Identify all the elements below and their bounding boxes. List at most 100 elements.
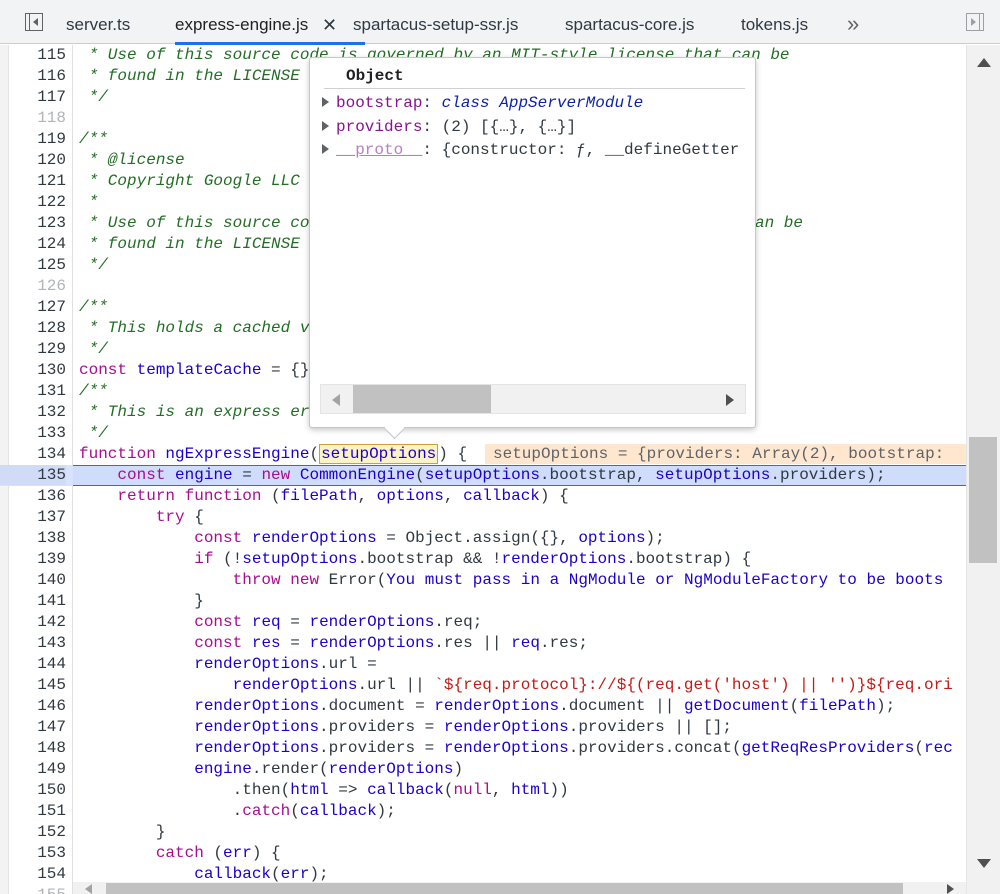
- hovered-identifier[interactable]: setupOptions: [319, 444, 439, 464]
- line-number[interactable]: 124: [0, 234, 66, 254]
- line-number[interactable]: 115: [0, 45, 66, 65]
- scroll-left-icon[interactable]: [332, 394, 340, 406]
- line-number[interactable]: 125: [0, 255, 66, 275]
- code-line[interactable]: 143 const res = renderOptions.res || req…: [0, 633, 966, 654]
- expand-triangle-icon[interactable]: [322, 121, 329, 131]
- line-number[interactable]: 141: [0, 591, 66, 611]
- property-proto[interactable]: __proto__: {constructor: ƒ, __defineGett…: [322, 139, 742, 161]
- code-line[interactable]: 151 .catch(callback);: [0, 801, 966, 822]
- line-number[interactable]: 144: [0, 654, 66, 674]
- code-text: engine.render(renderOptions): [194, 760, 464, 778]
- line-number[interactable]: 121: [0, 171, 66, 191]
- toggle-debugger-icon[interactable]: [966, 13, 984, 31]
- code-line[interactable]: 153 catch (err) {: [0, 843, 966, 864]
- line-number[interactable]: 117: [0, 87, 66, 107]
- code-line[interactable]: 146 renderOptions.document = renderOptio…: [0, 696, 966, 717]
- scrollbar-thumb[interactable]: [353, 385, 491, 413]
- line-number[interactable]: 153: [0, 843, 66, 863]
- code-line[interactable]: 152 }: [0, 822, 966, 843]
- property-bootstrap[interactable]: bootstrap: class AppServerModule: [322, 92, 643, 114]
- line-number[interactable]: 120: [0, 150, 66, 170]
- line-number[interactable]: 116: [0, 66, 66, 86]
- line-number[interactable]: 130: [0, 360, 66, 380]
- line-number[interactable]: 155: [0, 885, 66, 894]
- line-number[interactable]: 137: [0, 507, 66, 527]
- code-line[interactable]: 138 const renderOptions = Object.assign(…: [0, 528, 966, 549]
- scroll-down-icon[interactable]: [977, 859, 991, 868]
- code-line[interactable]: 149 engine.render(renderOptions): [0, 759, 966, 780]
- code-line[interactable]: 139 if (!setupOptions.bootstrap && !rend…: [0, 549, 966, 570]
- editor-horizontal-scrollbar[interactable]: [73, 882, 966, 894]
- scrollbar-thumb[interactable]: [969, 437, 997, 563]
- line-number[interactable]: 129: [0, 339, 66, 359]
- code-line[interactable]: 141 }: [0, 591, 966, 612]
- line-number[interactable]: 145: [0, 675, 66, 695]
- property-value: (2) [{…}, {…}]: [441, 118, 577, 136]
- object-preview-popover: Object bootstrap: class AppServerModule …: [309, 57, 756, 428]
- line-number[interactable]: 133: [0, 423, 66, 443]
- code-text: const templateCache = {}: [79, 361, 310, 379]
- code-text: *: [79, 193, 99, 211]
- property-key: providers: [336, 118, 423, 136]
- tab-tokens-js[interactable]: tokens.js: [741, 0, 808, 44]
- line-number[interactable]: 148: [0, 738, 66, 758]
- more-tabs-icon[interactable]: »: [847, 0, 859, 48]
- expand-triangle-icon[interactable]: [322, 97, 329, 107]
- code-line[interactable]: 148 renderOptions.providers = renderOpti…: [0, 738, 966, 759]
- line-number[interactable]: 134: [0, 444, 66, 464]
- line-number[interactable]: 140: [0, 570, 66, 590]
- code-line[interactable]: 142 const req = renderOptions.req;: [0, 612, 966, 633]
- editor-vertical-scrollbar[interactable]: [966, 45, 1000, 894]
- scroll-up-icon[interactable]: [977, 58, 991, 67]
- line-number[interactable]: 149: [0, 759, 66, 779]
- line-number[interactable]: 139: [0, 549, 66, 569]
- line-number[interactable]: 126: [0, 276, 66, 296]
- line-number[interactable]: 128: [0, 318, 66, 338]
- current-execution-line[interactable]: 135 const engine = new CommonEngine(setu…: [0, 465, 966, 486]
- line-number[interactable]: 127: [0, 297, 66, 317]
- line-number[interactable]: 152: [0, 822, 66, 842]
- scroll-left-icon[interactable]: [85, 884, 92, 894]
- property-value: AppServerModule: [489, 94, 644, 112]
- toggle-navigator-icon[interactable]: [25, 13, 43, 31]
- line-number[interactable]: 143: [0, 633, 66, 653]
- line-number[interactable]: 119: [0, 129, 66, 149]
- code-text: */: [79, 256, 108, 274]
- line-number[interactable]: 147: [0, 717, 66, 737]
- code-text: renderOptions.providers = renderOptions.…: [194, 739, 953, 757]
- code-line[interactable]: 150 .then(html => callback(null, html)): [0, 780, 966, 801]
- code-line[interactable]: 134 setupOptions = {providers: Array(2), …: [0, 444, 966, 465]
- line-number[interactable]: 138: [0, 528, 66, 548]
- line-number[interactable]: 142: [0, 612, 66, 632]
- line-number[interactable]: 122: [0, 192, 66, 212]
- line-number[interactable]: 150: [0, 780, 66, 800]
- code-line[interactable]: 140 throw new Error(You must pass in a N…: [0, 570, 966, 591]
- tab-spartacus-core-js[interactable]: spartacus-core.js: [565, 0, 694, 44]
- line-number[interactable]: 151: [0, 801, 66, 821]
- expand-triangle-icon[interactable]: [322, 144, 329, 154]
- code-line[interactable]: 144 renderOptions.url =: [0, 654, 966, 675]
- line-number[interactable]: 131: [0, 381, 66, 401]
- scrollbar-thumb[interactable]: [106, 883, 903, 894]
- code-line[interactable]: 147 renderOptions.providers = renderOpti…: [0, 717, 966, 738]
- property-value: {constructor: ƒ, __defineGetter: [441, 141, 740, 159]
- popover-horizontal-scrollbar[interactable]: [320, 384, 746, 414]
- tab-server-ts[interactable]: server.ts: [66, 0, 130, 44]
- scroll-right-icon[interactable]: [947, 884, 954, 894]
- line-number[interactable]: 146: [0, 696, 66, 716]
- code-line[interactable]: 136 return function (filePath, options, …: [0, 486, 966, 507]
- code-text: return function (filePath, options, call…: [117, 487, 569, 505]
- scroll-right-icon[interactable]: [726, 394, 734, 406]
- code-line[interactable]: 137 try {: [0, 507, 966, 528]
- property-providers[interactable]: providers: (2) [{…}, {…}]: [322, 116, 576, 138]
- close-tab-icon[interactable]: ✕: [322, 0, 337, 50]
- line-number[interactable]: 135: [0, 465, 66, 485]
- code-line[interactable]: 145 renderOptions.url || `${req.protocol…: [0, 675, 966, 696]
- tab-spartacus-setup-ssr-js[interactable]: spartacus-setup-ssr.js: [353, 0, 518, 44]
- line-number[interactable]: 136: [0, 486, 66, 506]
- line-number[interactable]: 118: [0, 108, 66, 128]
- code-text: const req = renderOptions.req;: [194, 613, 483, 631]
- line-number[interactable]: 132: [0, 402, 66, 422]
- line-number[interactable]: 154: [0, 864, 66, 884]
- line-number[interactable]: 123: [0, 213, 66, 233]
